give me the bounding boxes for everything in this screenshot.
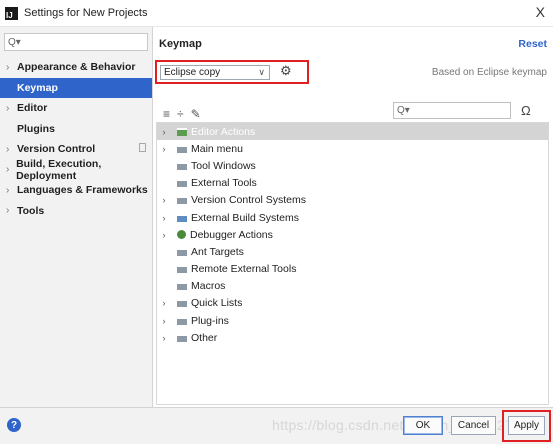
highlight-box: Eclipse copy ∨ ⚙ [155,60,309,84]
chevron-right-icon: › [162,315,166,326]
folder-icon [177,265,187,274]
sidebar-item-version-control[interactable]: › Version Control [0,139,152,160]
chevron-right-icon: › [162,195,166,206]
keymap-scheme-select[interactable]: Eclipse copy ∨ [160,65,270,80]
collapse-all-icon[interactable]: ÷ [177,107,184,121]
tree-toolbar: ≡ ÷ ✎ [163,107,201,121]
folder-icon [177,316,187,325]
tree-row-main-menu[interactable]: › Main menu [157,140,548,157]
window-title: Settings for New Projects [24,7,148,19]
chevron-right-icon: › [6,102,10,114]
based-on-label: Based on Eclipse keymap [431,67,547,78]
folder-icon [177,196,187,205]
tree-row-debugger-actions[interactable]: › Debugger Actions [157,226,548,243]
search-icon: Q▾ [8,36,21,48]
edit-icon[interactable]: ✎ [191,107,201,121]
ok-button[interactable]: OK [403,416,443,435]
chevron-down-icon: ∨ [258,67,265,77]
tree-row-macros[interactable]: Macros [157,278,548,295]
settings-sidebar: Q▾ › Appearance & Behavior Keymap › Edit… [0,27,153,407]
chevron-right-icon: › [162,212,166,223]
sidebar-item-languages-frameworks[interactable]: › Languages & Frameworks [0,180,152,201]
search-icon: Q▾ [397,105,410,116]
cancel-button[interactable]: Cancel [451,416,496,435]
section-title: Keymap [159,38,202,50]
build-folder-icon [177,213,187,222]
tree-search-input[interactable]: Q▾ [393,102,511,119]
gear-icon[interactable]: ⚙ [280,63,292,79]
tree-row-ant-targets[interactable]: Ant Targets [157,243,548,260]
sidebar-search-input[interactable]: Q▾ [4,33,148,51]
close-icon[interactable]: X [536,4,545,20]
keymap-panel: Keymap Reset Eclipse copy ∨ ⚙ Based on E… [153,27,553,407]
tree-row-quick-lists[interactable]: › Quick Lists [157,295,548,312]
chevron-right-icon: › [162,332,166,343]
tree-row-external-tools[interactable]: External Tools [157,175,548,192]
title-bar: IJ Settings for New Projects X [0,0,553,27]
apply-button[interactable]: Apply [508,416,545,435]
chevron-right-icon: › [6,164,10,176]
sidebar-item-build-execution-deployment[interactable]: › Build, Execution, Deployment [0,158,152,182]
reset-link[interactable]: Reset [518,38,547,50]
folder-icon [177,179,187,188]
folder-icon [177,127,187,136]
folder-icon [177,144,187,153]
folder-icon [177,299,187,308]
expand-all-icon[interactable]: ≡ [163,107,170,121]
project-settings-icon [139,143,146,152]
find-by-shortcut-icon[interactable]: Ω [521,103,531,118]
chevron-right-icon: › [162,143,166,154]
tree-row-remote-external-tools[interactable]: Remote External Tools [157,261,548,278]
chevron-right-icon: › [162,298,166,309]
dialog-footer: ? https://blog.csdn.net/weixin_43709278 … [0,407,553,444]
chevron-right-icon: › [6,184,10,196]
tree-row-plug-ins[interactable]: › Plug-ins [157,312,548,329]
sidebar-item-keymap[interactable]: Keymap [0,77,152,98]
help-icon[interactable]: ? [7,418,21,432]
chevron-right-icon: › [6,205,10,217]
app-icon: IJ [5,6,18,20]
sidebar-item-editor[interactable]: › Editor [0,98,152,119]
sidebar-item-tools[interactable]: › Tools [0,201,152,222]
folder-icon [177,161,187,170]
sidebar-item-plugins[interactable]: Plugins [0,119,152,140]
chevron-right-icon: › [6,61,10,73]
tree-row-external-build-systems[interactable]: › External Build Systems [157,209,548,226]
sidebar-item-appearance-behavior[interactable]: › Appearance & Behavior [0,57,152,78]
folder-icon [177,282,187,291]
tree-row-version-control-systems[interactable]: › Version Control Systems [157,192,548,209]
tree-row-tool-windows[interactable]: Tool Windows [157,157,548,174]
chevron-right-icon: › [162,126,166,137]
bug-icon [177,230,186,240]
tree-row-other[interactable]: › Other [157,329,548,346]
action-tree[interactable]: › Editor Actions › Main menu Tool Window… [156,122,549,405]
chevron-right-icon: › [162,229,166,240]
folder-icon [177,247,187,256]
folder-icon [177,333,187,342]
tree-row-editor-actions[interactable]: › Editor Actions [157,123,548,141]
chevron-right-icon: › [6,143,10,155]
